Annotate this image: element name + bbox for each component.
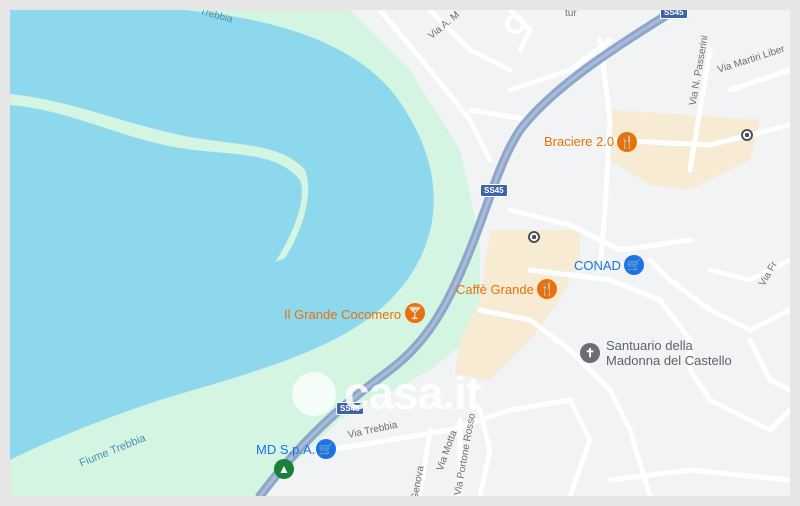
park-triangle-icon: ▲ [274,459,294,479]
restaurant-icon: 🍴 [537,279,557,299]
route-shield-ss45-mid: SS45 [480,184,508,197]
poi-label: CONAD [574,258,621,273]
shopping-cart-icon: 🛒 [624,255,644,275]
bar-icon: 🍸 [405,303,425,323]
shopping-cart-icon: 🛒 [316,439,336,459]
poi-label: Il Grande Cocomero [284,307,402,322]
bus-station-icon[interactable] [741,129,753,141]
poi-label: MD S.p.A. [256,442,316,457]
watermark: casa.it [344,367,481,419]
map-base-layer [10,10,790,496]
restaurant-icon: 🍴 [617,132,637,152]
label-top-fragment: tur [565,10,577,19]
church-icon: ✝ [580,343,600,363]
map-view[interactable]: Trebbia Via A. M tur Via N. Passerini Vi… [10,10,790,496]
bus-station-icon[interactable] [528,231,540,243]
poi-label: Caffè Grande [456,282,534,297]
poi-label: Santuario della Madonna del Castello [606,338,732,368]
route-shield-ss45-top: SS45 [660,10,688,19]
poi-label: Braciere 2.0 [544,134,615,149]
